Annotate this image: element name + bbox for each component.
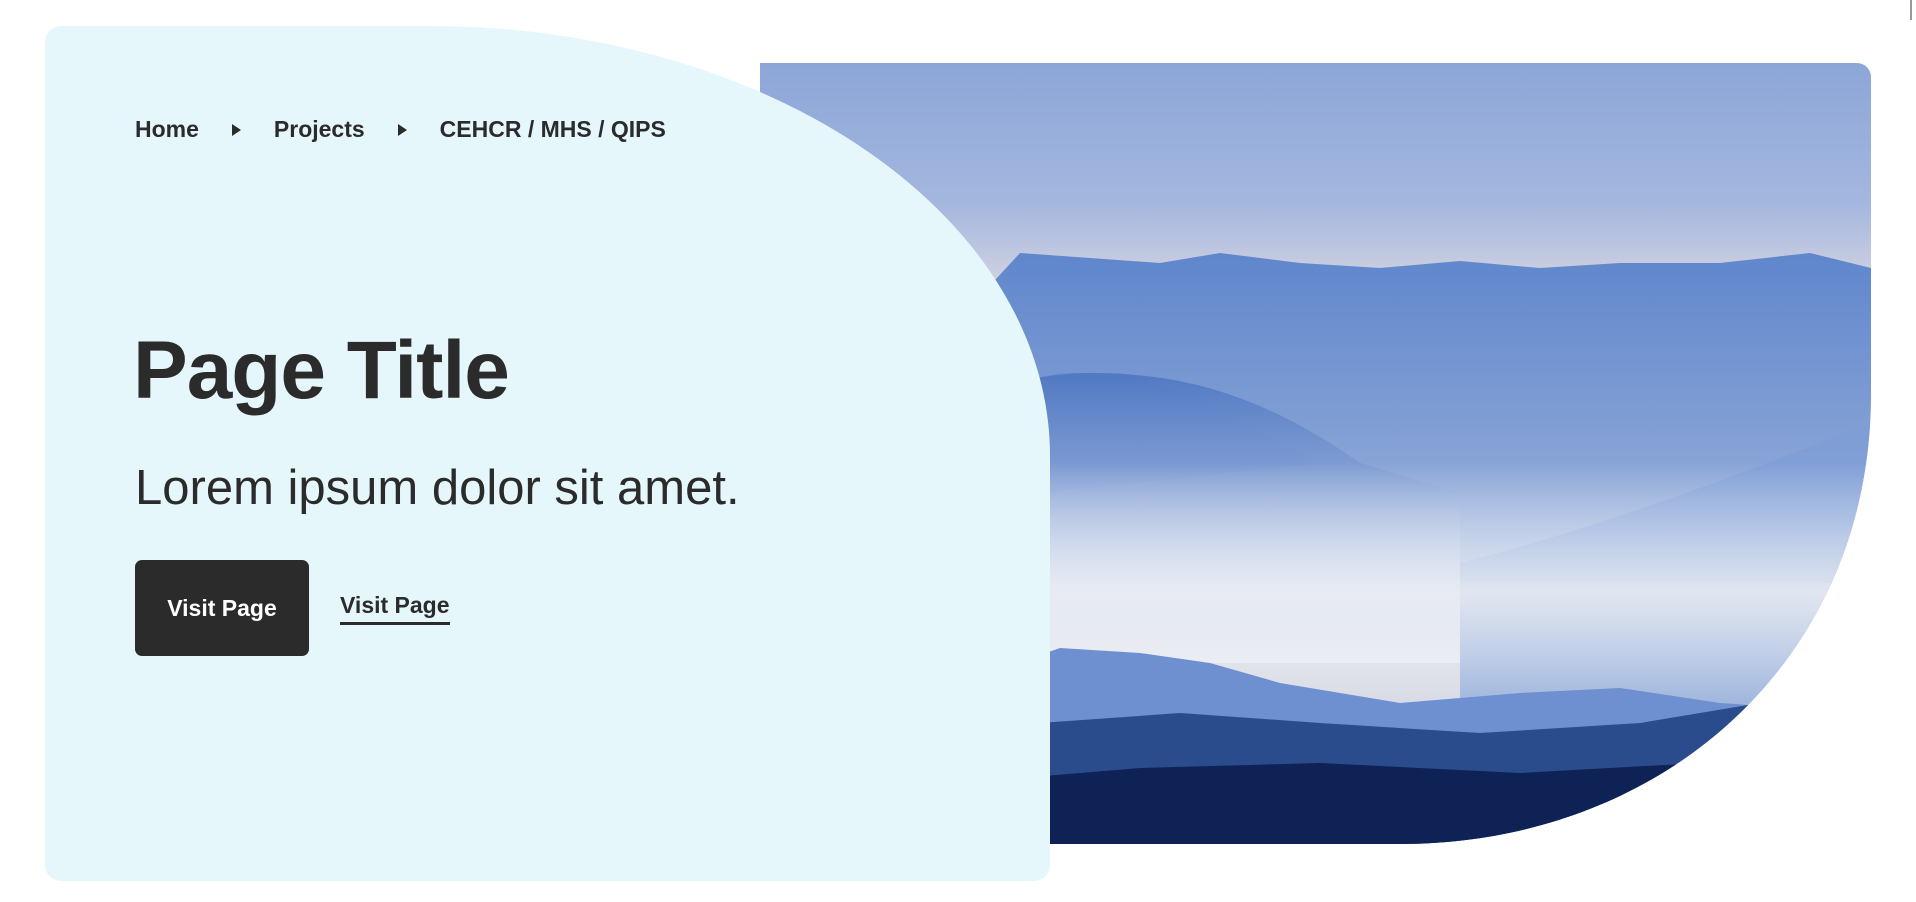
breadcrumb-projects-link[interactable]: Projects — [274, 116, 365, 143]
chevron-right-icon — [231, 123, 241, 136]
breadcrumb: Home Projects CEHCR / MHS / QIPS — [135, 116, 666, 143]
scrollbar-mark — [1910, 0, 1912, 20]
cta-row: Visit Page Visit Page — [135, 560, 450, 656]
breadcrumb-current-link[interactable]: CEHCR / MHS / QIPS — [440, 116, 666, 143]
page-subtitle: Lorem ipsum dolor sit amet. — [135, 461, 740, 515]
visit-page-link[interactable]: Visit Page — [340, 592, 450, 625]
page: Home Projects CEHCR / MHS / QIPS Page Ti… — [0, 0, 1916, 902]
visit-page-button[interactable]: Visit Page — [135, 560, 309, 656]
breadcrumb-home-link[interactable]: Home — [135, 116, 199, 143]
chevron-right-icon — [397, 123, 407, 136]
page-title: Page Title — [133, 325, 510, 416]
